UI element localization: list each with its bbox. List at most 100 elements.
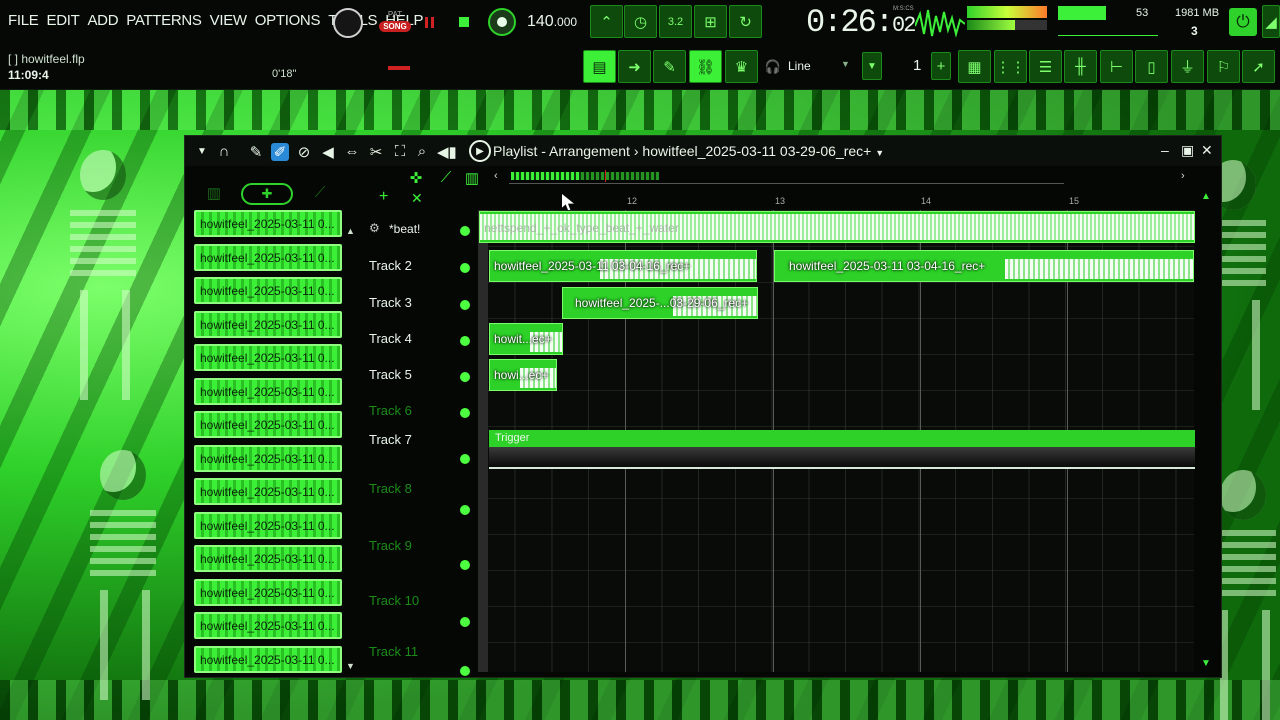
- track-header[interactable]: Track 5: [361, 358, 477, 392]
- mixer-icon[interactable]: ╫: [1064, 50, 1097, 83]
- track-enable-dot[interactable]: [460, 408, 470, 418]
- pattern-list-item[interactable]: howitfeel_2025-03-11 0...: [194, 243, 342, 271]
- record-button[interactable]: [488, 8, 516, 36]
- pat-song-toggle[interactable]: PAT SONG: [379, 10, 411, 32]
- power-icon[interactable]: ⏻: [1229, 8, 1257, 36]
- pause-icon[interactable]: [425, 17, 434, 28]
- menu-arrow-icon[interactable]: ▼: [193, 146, 211, 157]
- hat-icon[interactable]: ♛: [725, 50, 758, 83]
- headphones-icon[interactable]: 🎧: [764, 59, 782, 75]
- scroll-up-icon[interactable]: ▲: [1201, 191, 1211, 202]
- connect-icon[interactable]: ⟋: [437, 169, 455, 186]
- file-icon[interactable]: ▯: [1135, 50, 1168, 83]
- metronome-icon[interactable]: ⌃: [590, 5, 623, 38]
- scroll-down-icon[interactable]: ▼: [346, 661, 355, 671]
- pattern-list-item[interactable]: howitfeel_2025-03-11 0...: [194, 578, 342, 606]
- track-header[interactable]: *beat! ⚙: [361, 212, 477, 246]
- piano-icon[interactable]: ▥: [205, 184, 223, 202]
- arrow-right-icon[interactable]: ➜: [618, 50, 651, 83]
- track-enable-dot[interactable]: [460, 263, 470, 273]
- pattern-list-item[interactable]: howitfeel_2025-03-11 0...: [194, 411, 342, 438]
- pattern-list-item[interactable]: howitfeel_2025-03-11 0...: [194, 277, 342, 304]
- track-header[interactable]: Track 4: [361, 322, 477, 356]
- maximize-icon[interactable]: ▣: [1181, 142, 1194, 159]
- scroll-up-icon[interactable]: ▲: [346, 226, 355, 236]
- master-volume-knob[interactable]: [333, 8, 363, 38]
- pattern-picker[interactable]: ✚: [241, 183, 293, 205]
- track-options-icon[interactable]: ⚙: [369, 221, 380, 235]
- menu-item-add[interactable]: ADD: [87, 12, 118, 29]
- hint-bar-icon[interactable]: ◢: [1262, 5, 1280, 38]
- select-tool-icon[interactable]: ⛶: [391, 143, 409, 160]
- pattern-list-item[interactable]: howitfeel_2025-03-11 0...: [194, 377, 342, 405]
- menu-item-patterns[interactable]: PATTERNS: [126, 12, 202, 29]
- wait-icon[interactable]: ◷: [624, 5, 657, 38]
- paint-tool-icon[interactable]: ✐: [271, 143, 289, 161]
- audio-clip[interactable]: howitfeel_2025-03-11 03-04-16_rec+: [489, 250, 757, 282]
- keyboard-icon[interactable]: ▥: [463, 169, 481, 187]
- playlist-icon[interactable]: ▦: [958, 50, 991, 83]
- delete-track-button[interactable]: ✕: [411, 190, 423, 207]
- slip-tool-icon[interactable]: ⇔: [343, 143, 361, 160]
- piano-roll-icon[interactable]: ⋮⋮: [994, 50, 1027, 83]
- song-overview[interactable]: [509, 168, 1064, 184]
- track-enable-dot[interactable]: [460, 300, 470, 310]
- minimize-icon[interactable]: –: [1161, 142, 1169, 158]
- playlist-title-bar[interactable]: ▼ ∩ ✎ ✐ ⊘ ◀ ⇔ ✂ ⛶ ⌕ ◀▮ ▶ Playlist - Arra…: [185, 136, 1221, 166]
- menu-item-edit[interactable]: EDIT: [46, 12, 79, 29]
- pattern-list-item[interactable]: howitfeel_2025-03-11 0...: [194, 444, 342, 472]
- performance-icon[interactable]: ⚐: [1207, 50, 1240, 83]
- track-header[interactable]: Track 3: [361, 286, 477, 320]
- playback-tool-icon[interactable]: ◀▮: [437, 143, 457, 161]
- link-icon[interactable]: ⟋: [311, 184, 329, 201]
- audio-clip-beat[interactable]: nettspend_+_ok_type_beat_+_water: [479, 211, 1195, 243]
- track-header[interactable]: Track 8: [361, 465, 477, 515]
- mute-tool-icon[interactable]: ◀: [319, 143, 337, 161]
- scroll-left-icon[interactable]: ‹: [494, 170, 498, 182]
- track-header[interactable]: Track 9: [361, 522, 477, 570]
- snap-value[interactable]: 1: [913, 57, 921, 74]
- menu-item-options[interactable]: OPTIONS: [255, 12, 321, 29]
- track-header[interactable]: Track 10: [361, 577, 477, 627]
- close-icon[interactable]: ✕: [1201, 142, 1213, 159]
- chevron-down-icon[interactable]: ▼: [841, 59, 850, 69]
- chevron-down-icon[interactable]: ▼: [875, 148, 884, 158]
- add-track-button[interactable]: +: [379, 188, 388, 206]
- channel-rack-icon[interactable]: ☰: [1029, 50, 1062, 83]
- link-icon[interactable]: ⛓: [689, 50, 722, 83]
- time-ruler[interactable]: 12 13 14 15: [497, 188, 1197, 206]
- track-header[interactable]: Track 11: [361, 628, 477, 676]
- scroll-down-icon[interactable]: ▼: [1201, 658, 1211, 669]
- pencil-tool-icon[interactable]: ✎: [247, 143, 265, 161]
- magnet-icon[interactable]: ∩: [215, 143, 233, 160]
- track-header[interactable]: Track 2: [361, 249, 477, 283]
- plus-icon[interactable]: +: [931, 52, 951, 80]
- menu-item-file[interactable]: FILE: [8, 12, 39, 29]
- pattern-list-item[interactable]: howitfeel_2025-03-11 0...: [194, 210, 342, 237]
- tempo-display[interactable]: 140.000: [527, 13, 577, 31]
- pattern-list-item[interactable]: howitfeel_2025-03-11 0...: [194, 612, 342, 639]
- track-resize-strip[interactable]: [478, 210, 488, 672]
- track-enable-dot[interactable]: [460, 617, 470, 627]
- render-icon[interactable]: ➚: [1242, 50, 1275, 83]
- audio-clip[interactable]: howi...ec+: [489, 359, 557, 391]
- plugin-icon[interactable]: ⏚: [1171, 50, 1204, 83]
- current-pattern-name[interactable]: howitfeel_2025-03-11 03-29-06_rec+: [642, 143, 871, 159]
- track-enable-dot[interactable]: [460, 226, 470, 236]
- menu-item-view[interactable]: VIEW: [210, 12, 247, 29]
- automation-envelope[interactable]: [489, 447, 1195, 467]
- step-sequencer-icon[interactable]: ✜: [407, 169, 425, 187]
- loop-record-icon[interactable]: ↻: [729, 5, 762, 38]
- track-enable-dot[interactable]: [460, 560, 470, 570]
- slice-tool-icon[interactable]: ✂: [367, 143, 385, 161]
- pattern-list-item[interactable]: howitfeel_2025-03-11 0...: [194, 645, 342, 673]
- track-header[interactable]: Track 7: [361, 423, 477, 464]
- zoom-tool-icon[interactable]: ⌕: [413, 143, 431, 160]
- audio-clip[interactable]: howitfeel_2025-...03-29-06_rec+: [562, 287, 758, 319]
- pattern-list-item[interactable]: howitfeel_2025-03-11 0...: [194, 545, 342, 572]
- track-enable-dot[interactable]: [460, 336, 470, 346]
- playlist-snap-icon[interactable]: ▤: [583, 50, 616, 83]
- pattern-list-item[interactable]: howitfeel_2025-03-11 0...: [194, 478, 342, 505]
- automation-clip-trigger[interactable]: Trigger: [489, 430, 1195, 447]
- typing-keyboard-icon[interactable]: ⊞: [694, 5, 727, 38]
